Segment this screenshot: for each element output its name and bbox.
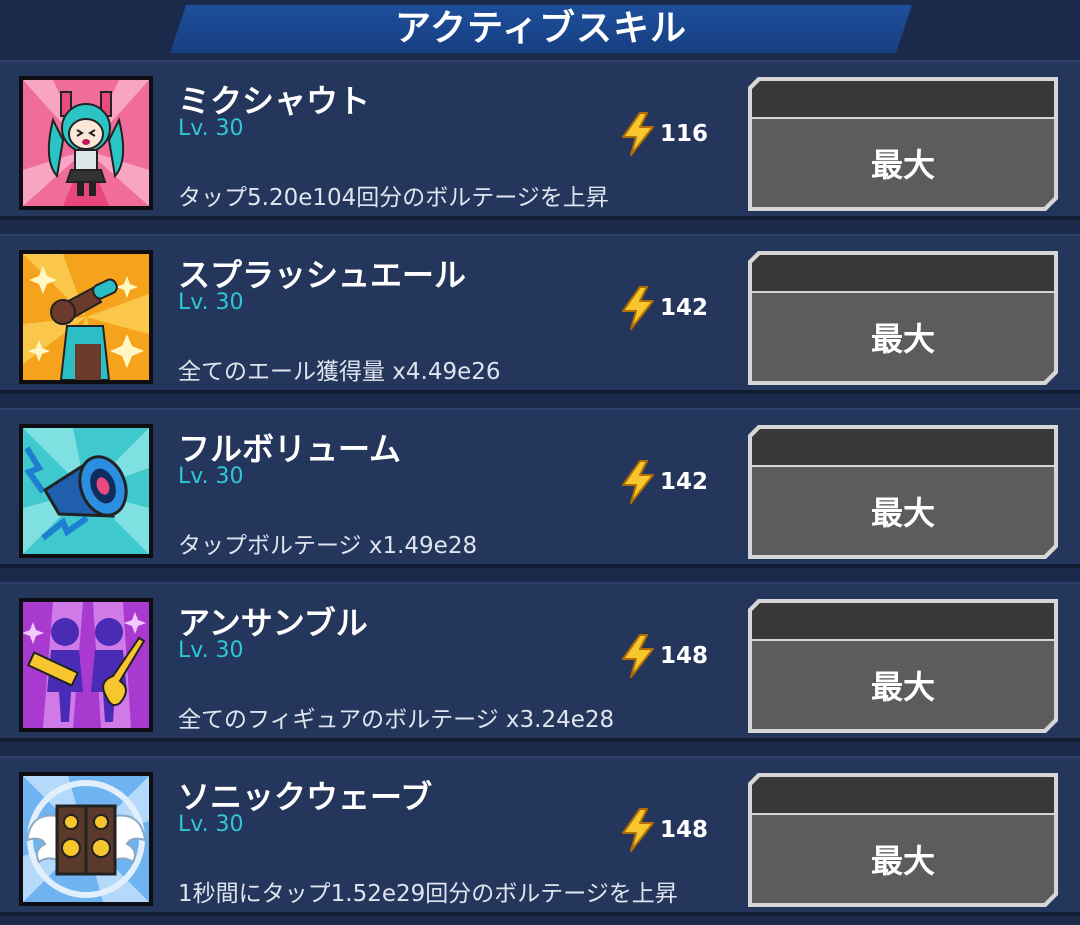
skill-row-ensemble: アンサンブル Lv. 30 148 全てのフィギュアのボルテージ x3.24e2… <box>0 582 1080 742</box>
skill-description: 1秒間にタップ1.52e29回分のボルテージを上昇 <box>178 881 678 907</box>
skill-row-sonic-wave: ソニックウェーブ Lv. 30 148 1秒間にタップ1.52e29回分のボルテ… <box>0 756 1080 916</box>
splash-yell-icon <box>19 250 153 384</box>
page-title: アクティブスキル <box>394 8 688 49</box>
ensemble-icon <box>19 598 153 732</box>
skill-description: 全てのエール獲得量 x4.49e26 <box>178 359 501 385</box>
lightning-bolt-icon <box>622 634 654 678</box>
cost-value: 148 <box>660 817 709 843</box>
max-level-button[interactable]: 最大 <box>748 773 1058 907</box>
cost-value: 116 <box>660 121 709 147</box>
megaphone-icon <box>19 424 153 558</box>
skill-level: Lv. 30 <box>178 290 244 315</box>
max-level-button[interactable]: 最大 <box>748 251 1058 385</box>
cost: 148 <box>620 808 730 852</box>
max-level-button[interactable]: 最大 <box>748 77 1058 211</box>
speaker-icon <box>19 772 153 906</box>
skill-description: タップボルテージ x1.49e28 <box>178 533 478 559</box>
max-button-label: 最大 <box>870 668 935 706</box>
skill-row-full-volume: フルボリューム Lv. 30 142 タップボルテージ x1.49e28 最大 <box>0 408 1080 568</box>
header: アクティブスキル <box>0 0 1080 60</box>
max-button-label: 最大 <box>870 320 935 358</box>
button-top-bar <box>752 255 1054 291</box>
cost: 116 <box>620 112 730 156</box>
max-level-button[interactable]: 最大 <box>748 425 1058 559</box>
lightning-bolt-icon <box>622 808 654 852</box>
skill-level: Lv. 30 <box>178 116 244 141</box>
max-level-button[interactable]: 最大 <box>748 599 1058 733</box>
miku-shout-icon <box>19 76 153 210</box>
skill-row-splash-yell: スプラッシュエール Lv. 30 142 全てのエール獲得量 x4.49e26 … <box>0 234 1080 394</box>
button-top-bar <box>752 777 1054 813</box>
cost-value: 148 <box>660 643 709 669</box>
cost: 142 <box>620 286 730 330</box>
button-top-bar <box>752 603 1054 639</box>
skill-level: Lv. 30 <box>178 464 244 489</box>
skill-level: Lv. 30 <box>178 812 244 837</box>
cost-value: 142 <box>660 295 709 321</box>
cost-value: 142 <box>660 469 709 495</box>
lightning-bolt-icon <box>622 460 654 504</box>
max-button-label: 最大 <box>870 146 935 184</box>
skill-row-miku-shout: ミクシャウト Lv. 30 116 タップ5.20e104回分のボルテージを上昇… <box>0 60 1080 220</box>
skill-description: 全てのフィギュアのボルテージ x3.24e28 <box>178 707 615 733</box>
button-top-bar <box>752 81 1054 117</box>
cost: 142 <box>620 460 730 504</box>
lightning-bolt-icon <box>622 286 654 330</box>
cost: 148 <box>620 634 730 678</box>
lightning-bolt-icon <box>622 112 654 156</box>
button-top-bar <box>752 429 1054 465</box>
max-button-label: 最大 <box>870 494 935 532</box>
skill-level: Lv. 30 <box>178 638 244 663</box>
max-button-label: 最大 <box>870 842 935 880</box>
skill-description: タップ5.20e104回分のボルテージを上昇 <box>178 185 609 211</box>
